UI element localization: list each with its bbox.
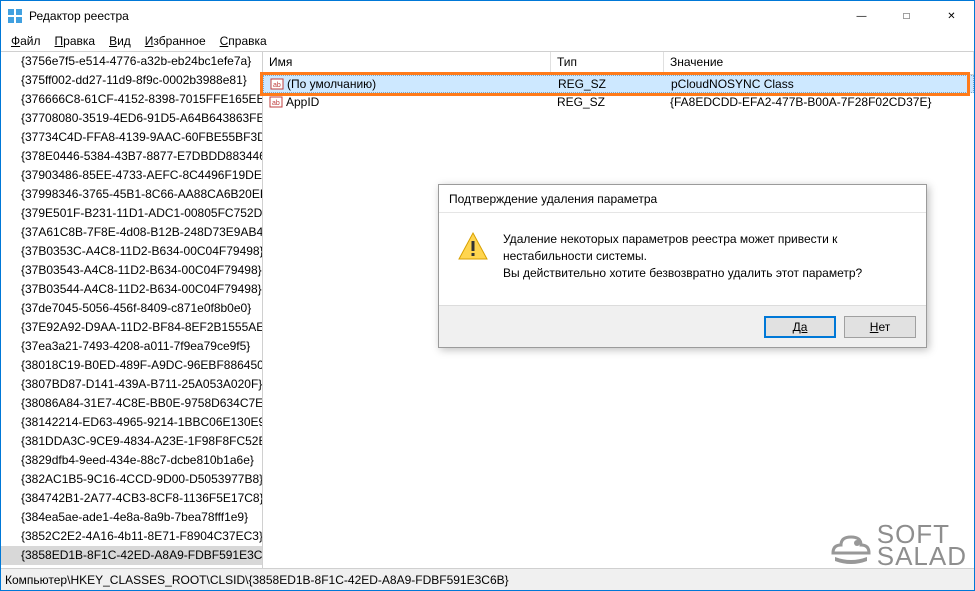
yes-button[interactable]: Да	[764, 316, 836, 338]
tree-item[interactable]: {37998346-3765-45B1-8C66-AA88CA6B20EB}	[1, 185, 262, 204]
tree-item[interactable]: {378E0446-5384-43B7-8877-E7DBDD883446}	[1, 147, 262, 166]
dialog-message: Удаление некоторых параметров реестра мо…	[503, 231, 910, 281]
tree-item[interactable]: {38086A84-31E7-4C8E-BB0E-9758D634C7E}	[1, 394, 262, 413]
cell-value: {FA8EDCDD-EFA2-477B-B00A-7F28F02CD37E}	[664, 95, 974, 109]
tree-item[interactable]: {3756e7f5-e514-4776-a32b-eb24bc1efe7a}	[1, 52, 262, 71]
menu-view[interactable]: Вид	[103, 32, 137, 50]
no-button[interactable]: Нет	[844, 316, 916, 338]
menubar: Файл Правка Вид Избранное Справка	[1, 31, 974, 51]
svg-text:ab: ab	[273, 82, 281, 89]
tree-item[interactable]: {384742B1-2A77-4CB3-8CF8-1136F5E17C8}	[1, 489, 262, 508]
tree-item[interactable]: {381DDA3C-9CE9-4834-A23E-1F98F8FC52B}	[1, 432, 262, 451]
tree-item[interactable]: {384ea5ae-ade1-4e8a-8a9b-7bea78fff1e9}	[1, 508, 262, 527]
tree-item[interactable]: {37de7045-5056-456f-8409-c871e0f8b0e0}	[1, 299, 262, 318]
cell-name: ab(По умолчанию)	[264, 77, 552, 91]
tree-item[interactable]: {38018C19-B0ED-489F-A9DC-96EBF8864503}	[1, 356, 262, 375]
menu-favorites[interactable]: Избранное	[139, 32, 212, 50]
confirm-delete-dialog: Подтверждение удаления параметра Удалени…	[438, 184, 927, 348]
minimize-button[interactable]: —	[839, 1, 884, 31]
header-value[interactable]: Значение	[664, 52, 974, 74]
header-name[interactable]: Имя	[263, 52, 551, 74]
menu-edit[interactable]: Правка	[49, 32, 102, 50]
warning-icon	[457, 231, 489, 263]
tree-item[interactable]: {37734C4D-FFA8-4139-9AAC-60FBE55BF3D0}	[1, 128, 262, 147]
svg-text:ab: ab	[272, 100, 280, 107]
tree-item[interactable]: {382AC1B5-9C16-4CCD-9D00-D5053977B8}	[1, 470, 262, 489]
tree-item[interactable]: {37903486-85EE-4733-AEFC-8C4496F19DE4}	[1, 166, 262, 185]
list-header: Имя Тип Значение	[263, 52, 974, 75]
tree-item[interactable]: {37B03544-A4C8-11D2-B634-00C04F79498}	[1, 280, 262, 299]
status-path: Компьютер\HKEY_CLASSES_ROOT\CLSID\{3858E…	[5, 573, 509, 587]
dialog-line2: Вы действительно хотите безвозвратно уда…	[503, 265, 910, 282]
window-title: Редактор реестра	[29, 9, 839, 23]
maximize-button[interactable]: □	[884, 1, 929, 31]
tree-item[interactable]: {3829dfb4-9eed-434e-88c7-dcbe810b1a6e}	[1, 451, 262, 470]
tree-item[interactable]: {37708080-3519-4ED6-91D5-A64B643863FE}	[1, 109, 262, 128]
dialog-title: Подтверждение удаления параметра	[439, 185, 926, 213]
statusbar: Компьютер\HKEY_CLASSES_ROOT\CLSID\{3858E…	[1, 568, 974, 590]
close-button[interactable]: ✕	[929, 1, 974, 31]
tree-item[interactable]: {379E501F-B231-11D1-ADC1-00805FC752D0}	[1, 204, 262, 223]
tree-item[interactable]: {38142214-ED63-4965-9214-1BBC06E130E9}	[1, 413, 262, 432]
dialog-body: Удаление некоторых параметров реестра мо…	[439, 213, 926, 305]
tree-item[interactable]: {376666C8-61CF-4152-8398-7015FFE165EE}	[1, 90, 262, 109]
menu-file[interactable]: Файл	[5, 32, 47, 50]
tree-item[interactable]: {37B03543-A4C8-11D2-B634-00C04F79498}	[1, 261, 262, 280]
cell-type: REG_SZ	[552, 77, 665, 91]
tree-item[interactable]: {3852C2E2-4A16-4b11-8E71-F8904C37EC3}	[1, 527, 262, 546]
tree-item[interactable]: {37E92A92-D9AA-11D2-BF84-8EF2B1555AE}	[1, 318, 262, 337]
dialog-button-row: Да Нет	[439, 305, 926, 347]
tree-item[interactable]: {37B0353C-A4C8-11D2-B634-00C04F79498}	[1, 242, 262, 261]
window-controls: — □ ✕	[839, 1, 974, 31]
dialog-line1: Удаление некоторых параметров реестра мо…	[503, 231, 910, 265]
tree-item[interactable]: {37ea3a21-7493-4208-a011-7f9ea79ce9f5}	[1, 337, 262, 356]
tree-item[interactable]: {3858ED1B-8F1C-42ED-A8A9-FDBF591E3C}	[1, 546, 262, 565]
titlebar: Редактор реестра — □ ✕	[1, 1, 974, 31]
registry-tree[interactable]: {3756e7f5-e514-4776-a32b-eb24bc1efe7a}{3…	[1, 52, 263, 568]
cell-value: pCloudNOSYNC Class	[665, 77, 973, 91]
list-row[interactable]: ab(По умолчанию)REG_SZpCloudNOSYNC Class	[263, 75, 974, 93]
list-row[interactable]: abAppIDREG_SZ{FA8EDCDD-EFA2-477B-B00A-7F…	[263, 93, 974, 111]
tree-item[interactable]: {37A61C8B-7F8E-4d08-B12B-248D73E9AB41}	[1, 223, 262, 242]
cell-name: abAppID	[263, 95, 551, 109]
app-icon	[7, 8, 23, 24]
menu-help[interactable]: Справка	[214, 32, 273, 50]
tree-item[interactable]: {375ff002-dd27-11d9-8f9c-0002b3988e81}	[1, 71, 262, 90]
header-type[interactable]: Тип	[551, 52, 664, 74]
cell-type: REG_SZ	[551, 95, 664, 109]
tree-item[interactable]: {3807BD87-D141-439A-B711-25A053A020F}	[1, 375, 262, 394]
